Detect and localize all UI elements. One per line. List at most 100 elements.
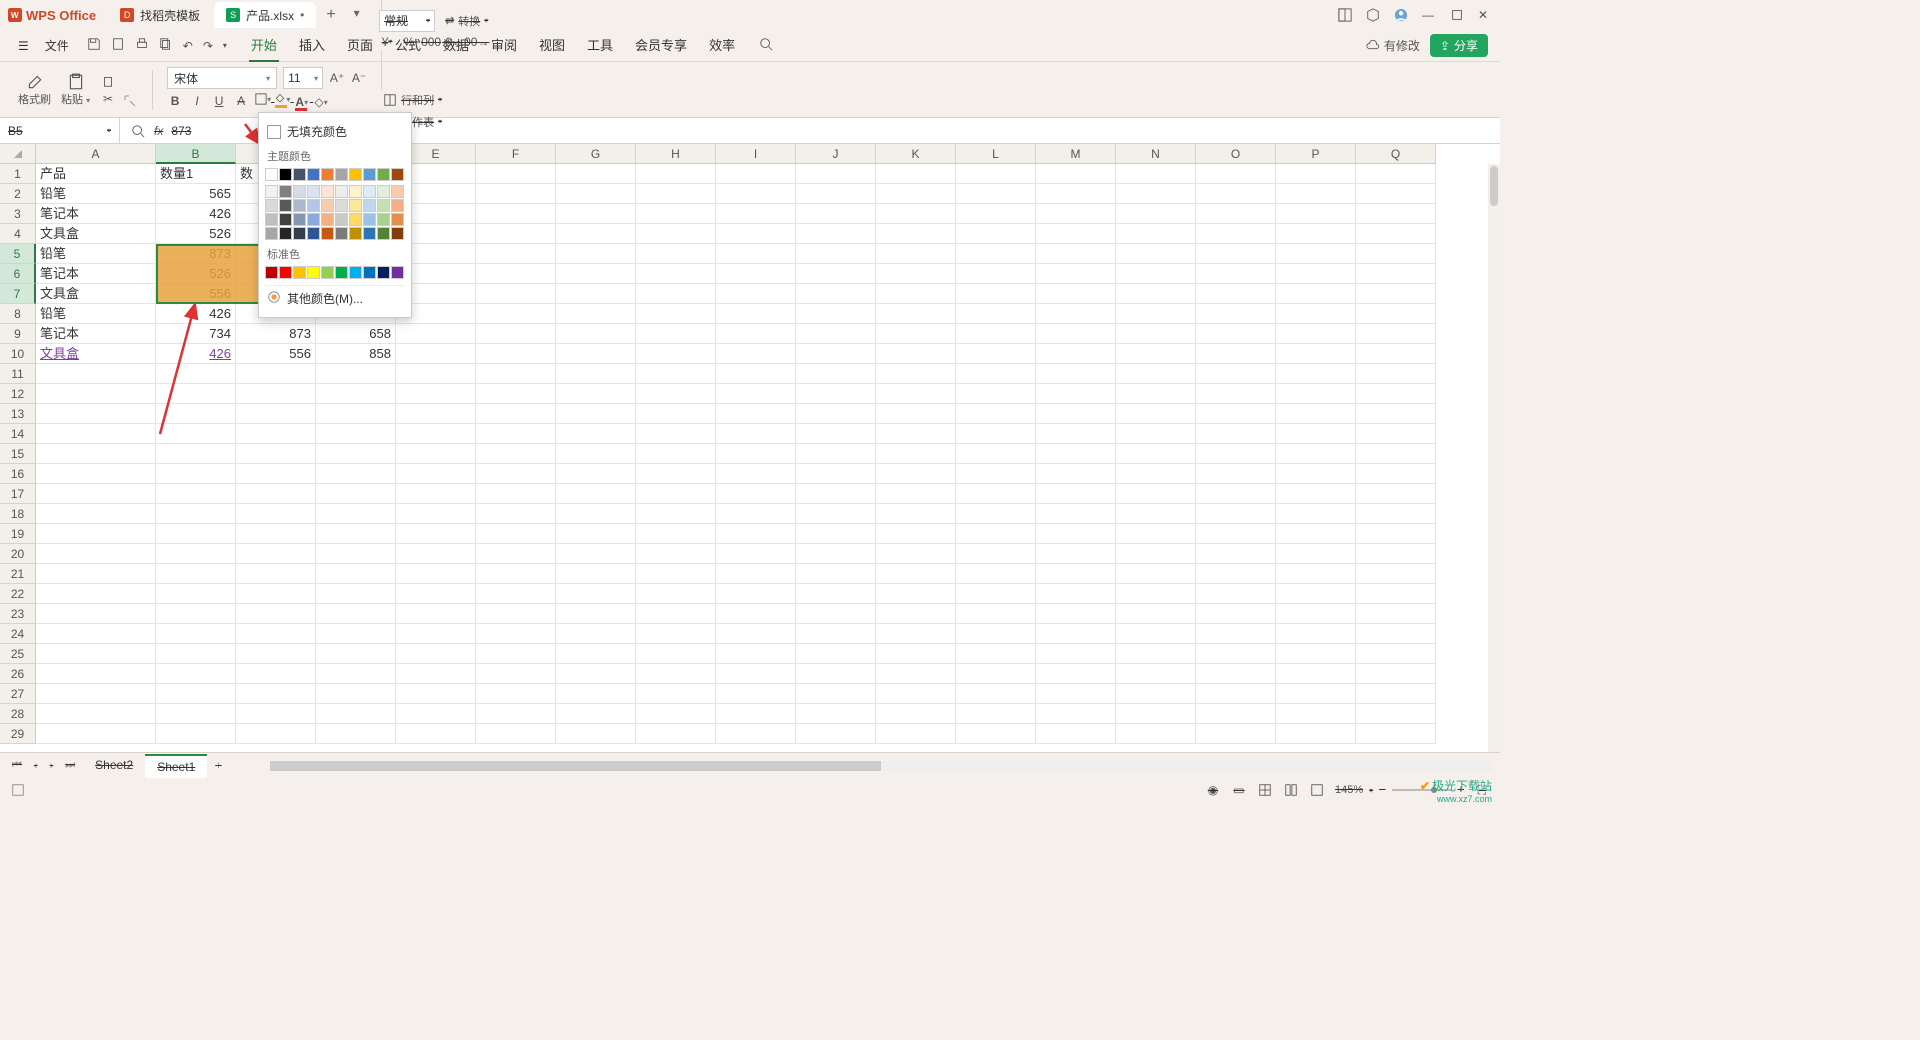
color-swatch[interactable]: [335, 213, 348, 226]
cell-O13[interactable]: [1196, 404, 1276, 424]
cell-I9[interactable]: [716, 324, 796, 344]
cell-G10[interactable]: [556, 344, 636, 364]
row-header-6[interactable]: 6: [0, 264, 36, 284]
cell-K11[interactable]: [876, 364, 956, 384]
cell-Q19[interactable]: [1356, 524, 1436, 544]
row-header-24[interactable]: 24: [0, 624, 36, 644]
cell-N25[interactable]: [1116, 644, 1196, 664]
cell-P15[interactable]: [1276, 444, 1356, 464]
color-swatch[interactable]: [335, 168, 348, 181]
clear-format-button[interactable]: ◇▾: [313, 94, 329, 110]
color-swatch[interactable]: [363, 199, 376, 212]
cell-Q1[interactable]: [1356, 164, 1436, 184]
maximize-button[interactable]: [1450, 8, 1464, 22]
cell-A1[interactable]: 产品: [36, 164, 156, 184]
cell-L9[interactable]: [956, 324, 1036, 344]
cell-G1[interactable]: [556, 164, 636, 184]
cell-G29[interactable]: [556, 724, 636, 744]
cell-E12[interactable]: [396, 384, 476, 404]
cell-H9[interactable]: [636, 324, 716, 344]
cell-A25[interactable]: [36, 644, 156, 664]
color-swatch[interactable]: [293, 168, 306, 181]
col-header-N[interactable]: N: [1116, 144, 1196, 164]
cell-J4[interactable]: [796, 224, 876, 244]
cell-C9[interactable]: 873: [236, 324, 316, 344]
col-header-F[interactable]: F: [476, 144, 556, 164]
cell-A12[interactable]: [36, 384, 156, 404]
cell-E21[interactable]: [396, 564, 476, 584]
cell-J1[interactable]: [796, 164, 876, 184]
cut-button[interactable]: ✂: [100, 91, 116, 107]
menu-tab-2[interactable]: 页面: [345, 29, 375, 62]
cell-J14[interactable]: [796, 424, 876, 444]
cell-M19[interactable]: [1036, 524, 1116, 544]
cell-C20[interactable]: [236, 544, 316, 564]
cell-K19[interactable]: [876, 524, 956, 544]
reading-mode-icon[interactable]: ▭: [1231, 782, 1247, 798]
cell-D22[interactable]: [316, 584, 396, 604]
cell-H3[interactable]: [636, 204, 716, 224]
color-swatch[interactable]: [377, 227, 390, 240]
cell-D12[interactable]: [316, 384, 396, 404]
color-swatch[interactable]: [293, 266, 306, 279]
color-swatch[interactable]: [279, 168, 292, 181]
cell-C14[interactable]: [236, 424, 316, 444]
cell-D19[interactable]: [316, 524, 396, 544]
row-col-button[interactable]: 行和列▾: [379, 90, 548, 110]
cell-C29[interactable]: [236, 724, 316, 744]
cell-J7[interactable]: [796, 284, 876, 304]
cell-G28[interactable]: [556, 704, 636, 724]
cell-G16[interactable]: [556, 464, 636, 484]
row-header-12[interactable]: 12: [0, 384, 36, 404]
cell-N16[interactable]: [1116, 464, 1196, 484]
cell-K24[interactable]: [876, 624, 956, 644]
row-header-29[interactable]: 29: [0, 724, 36, 744]
color-swatch[interactable]: [377, 213, 390, 226]
cell-J2[interactable]: [796, 184, 876, 204]
cell-J16[interactable]: [796, 464, 876, 484]
cell-E16[interactable]: [396, 464, 476, 484]
cell-P18[interactable]: [1276, 504, 1356, 524]
cell-K6[interactable]: [876, 264, 956, 284]
cell-E15[interactable]: [396, 444, 476, 464]
cell-B1[interactable]: 数量1: [156, 164, 236, 184]
cell-D13[interactable]: [316, 404, 396, 424]
cell-F12[interactable]: [476, 384, 556, 404]
cell-N7[interactable]: [1116, 284, 1196, 304]
cell-P22[interactable]: [1276, 584, 1356, 604]
cell-B13[interactable]: [156, 404, 236, 424]
cell-B4[interactable]: 526: [156, 224, 236, 244]
cell-O10[interactable]: [1196, 344, 1276, 364]
cell-L8[interactable]: [956, 304, 1036, 324]
copy-button[interactable]: [100, 73, 116, 89]
cell-I13[interactable]: [716, 404, 796, 424]
cell-B20[interactable]: [156, 544, 236, 564]
avatar-icon[interactable]: [1394, 8, 1408, 22]
cell-O7[interactable]: [1196, 284, 1276, 304]
color-swatch[interactable]: [349, 266, 362, 279]
cell-K14[interactable]: [876, 424, 956, 444]
cell-I3[interactable]: [716, 204, 796, 224]
col-header-J[interactable]: J: [796, 144, 876, 164]
cell-H18[interactable]: [636, 504, 716, 524]
cell-B17[interactable]: [156, 484, 236, 504]
cell-D28[interactable]: [316, 704, 396, 724]
color-swatch[interactable]: [335, 199, 348, 212]
cell-M29[interactable]: [1036, 724, 1116, 744]
col-header-H[interactable]: H: [636, 144, 716, 164]
cell-A14[interactable]: [36, 424, 156, 444]
color-swatch[interactable]: [307, 168, 320, 181]
cell-K21[interactable]: [876, 564, 956, 584]
row-header-14[interactable]: 14: [0, 424, 36, 444]
cell-O15[interactable]: [1196, 444, 1276, 464]
cell-G26[interactable]: [556, 664, 636, 684]
cell-N13[interactable]: [1116, 404, 1196, 424]
color-swatch[interactable]: [307, 213, 320, 226]
cell-P20[interactable]: [1276, 544, 1356, 564]
cell-J9[interactable]: [796, 324, 876, 344]
cell-P6[interactable]: [1276, 264, 1356, 284]
cell-H7[interactable]: [636, 284, 716, 304]
cell-B9[interactable]: 734: [156, 324, 236, 344]
undo-icon[interactable]: ↶: [183, 39, 193, 53]
cell-C26[interactable]: [236, 664, 316, 684]
